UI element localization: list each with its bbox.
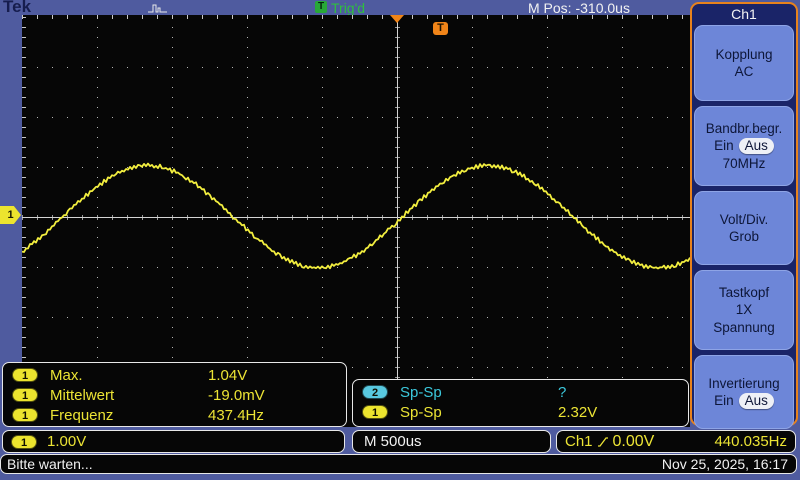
measurement-row: 1 Max. 1.04V [3, 365, 346, 385]
top-bar: Tek T Trig'd M Pos: -310.0us [0, 0, 800, 15]
ch1-ground-marker[interactable]: 1 [0, 206, 21, 224]
softkey-kopplung[interactable]: Kopplung AC [694, 25, 794, 101]
oscilloscope-screen: Tek T Trig'd M Pos: -310.0us T 1 1 Max. … [0, 0, 800, 480]
acquisition-mode-icon [147, 2, 169, 14]
main-timebase: M 500us [364, 433, 422, 450]
ch1-badge: 1 [11, 435, 37, 449]
ch1-badge: 1 [362, 405, 388, 419]
measurement-label: Mittelwert [50, 387, 208, 404]
measurement-label: Sp-Sp [400, 404, 558, 421]
toggle-option-ein: Ein [714, 137, 734, 155]
trigger-point-t-icon[interactable]: T [433, 22, 448, 35]
trigger-status-label: Trig'd [331, 0, 365, 16]
softkey-invertierung[interactable]: Invertierung Ein Aus [694, 355, 794, 429]
softkey-label: Volt/Div. [720, 211, 769, 229]
ch1-badge: 1 [12, 388, 38, 402]
toggle-option-aus-selected: Aus [739, 393, 774, 409]
softkey-value: Grob [729, 228, 759, 246]
measurement-label: Sp-Sp [400, 384, 558, 401]
toggle-option-ein: Ein [714, 392, 734, 410]
ch1-badge: 1 [12, 368, 38, 382]
ein-aus-toggle: Ein Aus [714, 137, 774, 155]
measurement-row: 1 Frequenz 437.4Hz [3, 405, 346, 425]
ein-aus-toggle: Ein Aus [714, 392, 774, 410]
softkey-label: Bandbr.begr. [706, 120, 783, 138]
menu-title: Ch1 [693, 4, 795, 25]
measurement-value: 1.04V [208, 367, 247, 384]
softkey-tastkopf[interactable]: Tastkopf 1X Spannung [694, 270, 794, 350]
softkey-value: 1X [736, 301, 753, 319]
trigger-source: Ch1 [565, 433, 593, 450]
timebase-readout: M 500us [352, 430, 551, 453]
softkey-label: Invertierung [708, 375, 779, 393]
trigger-position-marker-icon[interactable] [390, 15, 404, 23]
toggle-option-aus-selected: Aus [739, 138, 774, 154]
ch1-menu-panel: Ch1 Kopplung AC Bandbr.begr. Ein Aus 70M… [690, 2, 798, 426]
datetime: Nov 25, 2025, 16:17 [662, 456, 788, 472]
softkey-volt-div[interactable]: Volt/Div. Grob [694, 191, 794, 265]
measurement-value: -19.0mV [208, 387, 265, 404]
ch2-badge: 2 [362, 385, 388, 399]
rising-edge-icon [597, 435, 609, 448]
softkey-label: Tastkopf [719, 284, 769, 302]
softkey-label: Kopplung [715, 46, 772, 64]
measurement-row: 1 Mittelwert -19.0mV [3, 385, 346, 405]
status-message: Bitte warten... [7, 456, 93, 472]
trigger-readout: Ch1 0.00V 440.035Hz [556, 430, 796, 453]
measurement-value: 2.32V [558, 404, 597, 421]
softkey-value: AC [735, 63, 754, 81]
ch1-badge: 1 [12, 408, 38, 422]
measurement-label: Max. [50, 367, 208, 384]
status-bar: Bitte warten... Nov 25, 2025, 16:17 [0, 454, 797, 474]
ch1-scale-readout: 1 1.00V [2, 430, 345, 453]
trigger-level: 0.00V [613, 433, 655, 451]
measurement-box-right: 2 Sp-Sp ? 1 Sp-Sp 2.32V [352, 379, 689, 427]
measurement-row: 2 Sp-Sp ? [353, 382, 688, 402]
measurement-value: ? [558, 384, 566, 401]
softkey-value: 70MHz [723, 155, 766, 173]
measurement-value: 437.4Hz [208, 407, 264, 424]
measurement-box-left: 1 Max. 1.04V 1 Mittelwert -19.0mV 1 Freq… [2, 362, 347, 427]
horizontal-position-readout: M Pos: -310.0us [528, 0, 630, 16]
trigger-frequency: 440.035Hz [714, 433, 787, 450]
measurement-row: 1 Sp-Sp 2.32V [353, 402, 688, 422]
measurement-label: Frequenz [50, 407, 208, 424]
softkey-bandbreite[interactable]: Bandbr.begr. Ein Aus 70MHz [694, 106, 794, 186]
ch1-volts-per-div: 1.00V [47, 433, 86, 450]
trigger-status-icon: T [315, 1, 327, 13]
softkey-value2: Spannung [713, 319, 775, 337]
